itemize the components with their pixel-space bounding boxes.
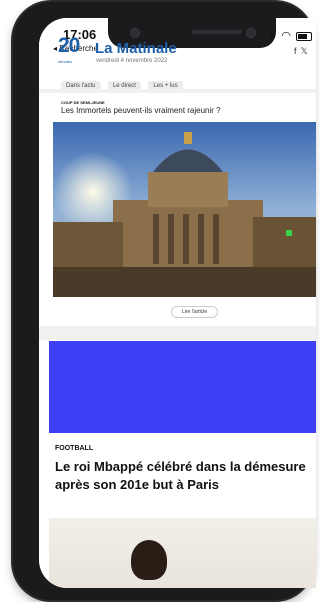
newsletter-title: La Matinale	[95, 40, 177, 57]
article1-photo[interactable]	[53, 122, 316, 297]
sensor-icon	[246, 28, 256, 38]
logo: 20 minutes	[58, 34, 82, 66]
logo-word: minutes	[58, 59, 73, 64]
ad-banner[interactable]	[49, 341, 316, 433]
wifi-icon: ◠	[281, 30, 292, 42]
read-article-button[interactable]: Lire l'article	[171, 306, 219, 318]
airplane-icon: ✈	[267, 30, 278, 42]
institut-de-france-illustration	[53, 122, 316, 297]
section-gap	[39, 326, 316, 340]
article2-headline[interactable]: Le roi Mbappé célébré dans la démesure a…	[55, 458, 310, 494]
screen: 17:06 ◂ Recherche ✈ ◠ 20 minutes La Mati…	[39, 18, 316, 588]
article1-kicker: COUP DE SEMI-JEUNE	[61, 100, 105, 105]
twitter-icon[interactable]: 𝕏	[301, 46, 312, 56]
person-silhouette	[131, 540, 167, 580]
article2-kicker: FOOTBALL	[55, 445, 94, 452]
camera-icon	[130, 28, 140, 38]
divider	[39, 89, 316, 93]
system-icons: ✈ ◠	[267, 29, 312, 42]
battery-icon	[296, 31, 312, 41]
article1-headline[interactable]: Les Immortels peuvent-ils vraiment rajeu…	[61, 106, 221, 115]
phone-frame: 17:06 ◂ Recherche ✈ ◠ 20 minutes La Mati…	[13, 2, 316, 600]
logo-number: 20	[58, 34, 80, 57]
article2-photo[interactable]	[49, 518, 316, 588]
newsletter-date: vendredi 4 novembre 2022	[96, 58, 168, 64]
speaker-icon	[192, 30, 242, 34]
social-icons: f𝕏	[294, 46, 312, 57]
